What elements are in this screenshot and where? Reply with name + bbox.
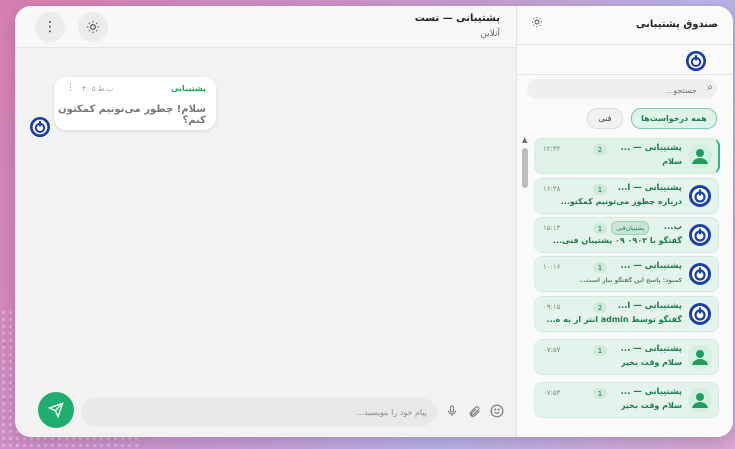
sun-icon: [532, 17, 542, 27]
conversation-time: ۱۵:۱۳: [543, 224, 561, 232]
conversation-scrollbar[interactable]: ▲: [522, 136, 528, 430]
unread-count-badge: 1: [593, 223, 607, 234]
message-input[interactable]: [81, 398, 437, 426]
conversation-item[interactable]: پشتیبانی — ... سلام وقت بخیر 1 ۰۷:۵۷: [534, 339, 719, 375]
conversation-preview: درباره چطور می‌تونیم کمکتو...: [560, 197, 682, 206]
theme-toggle-button[interactable]: [78, 12, 108, 42]
agent-avatar: [29, 116, 51, 138]
conversation-preview: سلام وقت بخیر: [620, 401, 682, 410]
conversation-time: ۱۲:۳۲: [543, 145, 561, 153]
search-icon: ⌕: [707, 82, 713, 93]
conversation-preview: گفتگو با ۰۹۰۲ ۰۹ پشتیبان فنی...: [552, 236, 682, 245]
conversation-preview: سلام وقت بخیر: [620, 358, 682, 367]
more-vertical-icon: ⋮: [43, 19, 57, 35]
conversation-time: ۰۷:۵۷: [543, 346, 561, 354]
conversation-item[interactable]: پشتیبانی — ا... گفتگو توسط admin انتر از …: [534, 296, 719, 332]
conversation-time: ۱۰:۱۶: [543, 263, 561, 271]
conversation-title: پشتیبانی — ...: [620, 261, 682, 271]
unread-count-badge: 1: [593, 262, 607, 273]
category-badge: پشتیبان‌فنی: [611, 221, 650, 235]
conversation-title: پ...: [663, 222, 682, 232]
chat-header: ⋮ پشتیبانی — تست آنلاین: [15, 6, 516, 48]
conversation-avatar: [688, 184, 712, 208]
conversation-preview: کمبود: پاسخ این گفتگو نیاز است...: [578, 277, 682, 284]
person-avatar-icon: [688, 345, 712, 369]
unread-count-badge: 1: [593, 345, 607, 356]
power-logo-icon: [685, 50, 707, 72]
power-logo-icon: [689, 185, 711, 207]
person-avatar-icon: [688, 388, 712, 412]
tab-technical[interactable]: فنی: [587, 108, 623, 129]
conversation-avatar: [688, 144, 712, 168]
message-text: سلام! چطور می‌تونیم کمکتون کنم؟: [58, 104, 206, 126]
conversation-avatar: [688, 302, 712, 326]
chat-title: پشتیبانی — تست: [414, 13, 500, 24]
conversation-title: پشتیبانی — ا...: [617, 301, 682, 311]
unread-count-badge: 2: [593, 144, 607, 155]
conversation-avatar: [688, 388, 712, 412]
scroll-thumb[interactable]: [522, 148, 528, 188]
conversation-item[interactable]: پشتیبانی — ... سلام 2 ۱۲:۳۲: [534, 138, 720, 174]
conversation-title: پشتیبانی — ...: [620, 143, 682, 153]
sidebar-title: صندوق پشتیبانی: [636, 19, 718, 30]
conversation-preview: گفتگو توسط admin انتر از به ه...: [546, 315, 682, 324]
paperclip-icon: [469, 406, 480, 417]
chat-pane: ⋮ پشتیبانی — تست آنلاین ⋮ ۴:۰۵ ب.ظ پشتیب…: [15, 6, 516, 437]
conversation-preview: سلام: [662, 157, 682, 166]
app-window: ⋮ پشتیبانی — تست آنلاین ⋮ ۴:۰۵ ب.ظ پشتیب…: [15, 6, 733, 437]
conversation-time: ۱۶:۳۸: [543, 185, 561, 193]
unread-count-badge: 1: [593, 388, 607, 399]
divider: [517, 74, 733, 75]
more-menu-button[interactable]: ⋮: [35, 12, 65, 42]
sidebar-theme-button[interactable]: [531, 16, 543, 31]
power-logo-icon: [29, 116, 51, 138]
unread-count-badge: 2: [593, 302, 607, 313]
conversation-title: پشتیبانی — ا...: [617, 183, 682, 193]
power-logo-icon: [689, 303, 711, 325]
attach-button[interactable]: [466, 403, 482, 419]
conversation-avatar: [688, 345, 712, 369]
emoji-button[interactable]: [489, 403, 505, 419]
send-icon: [48, 402, 64, 418]
message-composer: [81, 398, 437, 426]
brand-logo: [685, 50, 707, 72]
conversation-item[interactable]: پشتیبانی — ... کمبود: پاسخ این گفتگو نیاز…: [534, 256, 719, 292]
search-box: ⌕: [527, 79, 717, 101]
conversation-item[interactable]: پشتیبانی — ... سلام وقت بخیر 1 ۰۷:۵۴: [534, 382, 719, 418]
conversation-item[interactable]: پ... گفتگو با ۰۹۰۲ ۰۹ پشتیبان فنی... 1 ۱۵:۱…: [534, 217, 719, 253]
unread-count-badge: 1: [593, 184, 607, 195]
sun-icon: [87, 21, 99, 33]
conversation-title: پشتیبانی — ...: [620, 387, 682, 397]
conversation-avatar: [688, 223, 712, 247]
message-time: ۴:۰۵ ب.ظ: [82, 85, 114, 93]
divider: [517, 44, 733, 45]
conversation-time: ۰۹:۱۵: [543, 303, 561, 311]
search-input[interactable]: [535, 79, 699, 101]
mic-button[interactable]: [444, 403, 460, 419]
scroll-up-icon[interactable]: ▲: [522, 136, 527, 144]
conversation-title: پشتیبانی — ...: [620, 344, 682, 354]
emoji-icon: [490, 404, 504, 418]
conversation-avatar: [688, 262, 712, 286]
power-logo-icon: [689, 224, 711, 246]
chat-status: آنلاین: [480, 29, 500, 39]
message-menu-icon[interactable]: ⋮: [66, 83, 75, 93]
person-avatar-icon: [688, 144, 712, 168]
power-logo-icon: [689, 263, 711, 285]
message-bubble: ⋮ ۴:۰۵ ب.ظ پشتیبانی سلام! چطور می‌تونیم …: [54, 77, 216, 130]
message-sender: پشتیبانی: [170, 84, 206, 93]
conversation-time: ۰۷:۵۴: [543, 389, 561, 397]
mic-icon: [448, 405, 456, 416]
inbox-sidebar: صندوق پشتیبانی ⌕ همه درخواست‌ها فنی ▲ پش…: [516, 6, 733, 437]
tab-all-requests[interactable]: همه درخواست‌ها: [631, 108, 717, 129]
send-button[interactable]: [38, 392, 74, 428]
conversation-item[interactable]: پشتیبانی — ا... درباره چطور می‌تونیم کمکت…: [534, 178, 719, 214]
